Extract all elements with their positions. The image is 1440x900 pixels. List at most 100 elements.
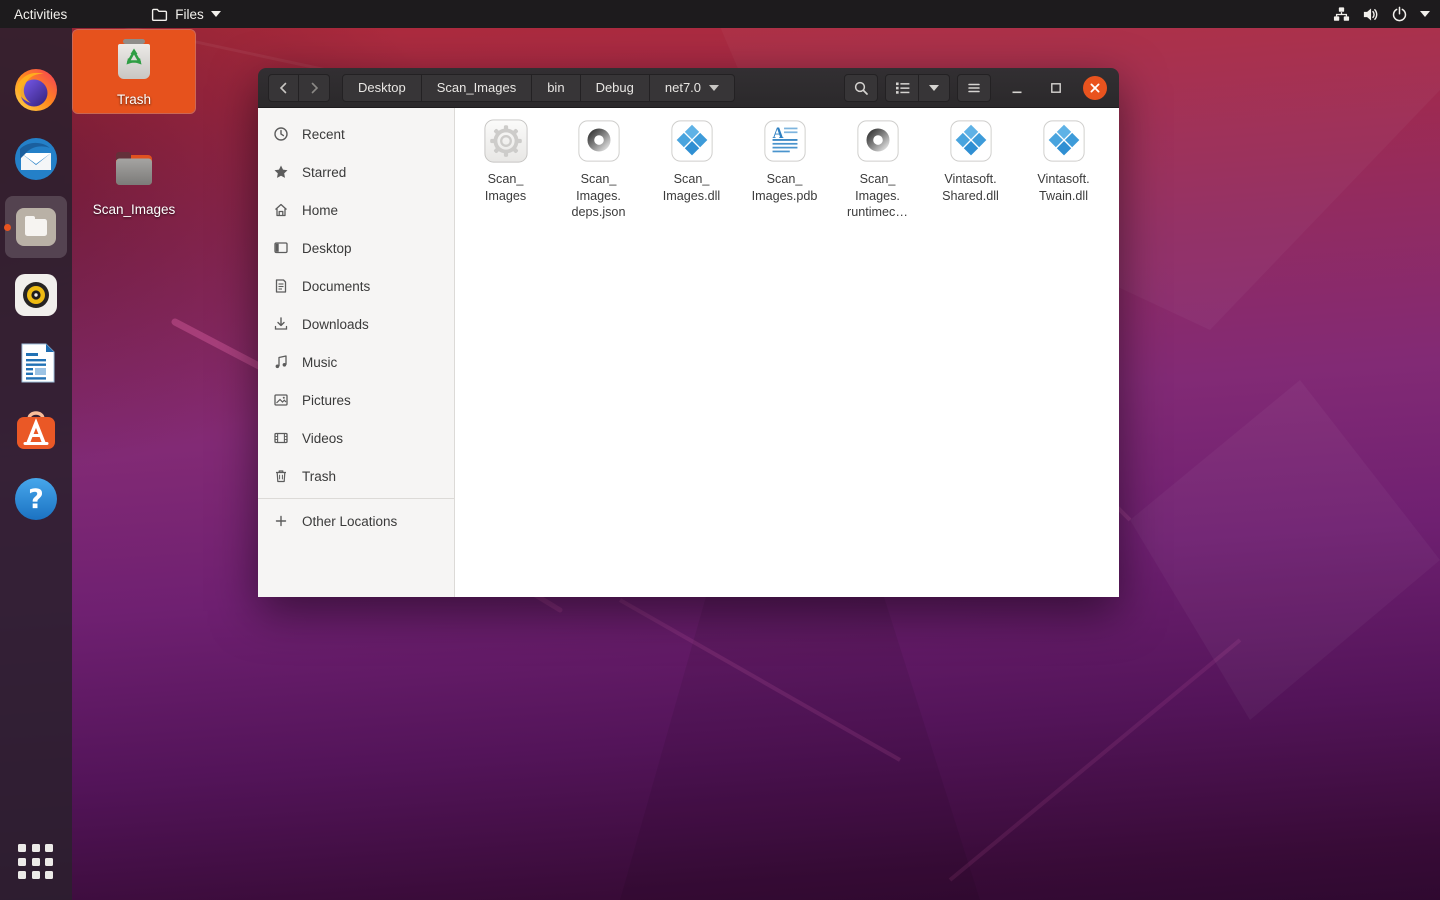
search-icon <box>853 80 869 96</box>
system-status-area[interactable] <box>1333 0 1440 28</box>
file-label: Scan_ Images. deps.json <box>572 171 626 221</box>
show-applications-icon[interactable] <box>18 844 54 880</box>
sidebar-item-recent[interactable]: Recent <box>258 115 454 153</box>
file-label: Vintasoft. Shared.dll <box>942 171 999 204</box>
file-label: Scan_ Images <box>485 171 526 204</box>
caret-down-icon <box>1420 11 1430 17</box>
sidebar-label: Videos <box>302 431 343 446</box>
app-menu-label: Files <box>175 7 204 22</box>
minimize-button[interactable] <box>1005 76 1029 100</box>
file-view[interactable]: Scan_ Images Scan_ Images. deps.json <box>455 108 1119 597</box>
sidebar-item-starred[interactable]: Starred <box>258 153 454 191</box>
trash-full-icon <box>110 35 158 83</box>
ubuntu-software-icon[interactable] <box>12 406 60 454</box>
desktop-icon-trash[interactable]: Trash <box>73 30 195 113</box>
sidebar-label: Home <box>302 203 338 218</box>
top-bar: Activities Files <box>0 0 1440 28</box>
music-icon <box>273 354 289 370</box>
file-scan-images-pdb[interactable]: A Scan_ Images.pdb <box>738 118 831 221</box>
file-vintasoft-shared-dll[interactable]: Vintasoft. Shared.dll <box>924 118 1017 221</box>
sidebar-label: Desktop <box>302 241 352 256</box>
running-indicator-dot <box>4 224 11 231</box>
files-window: Desktop Scan_Images bin Debug net7.0 <box>258 68 1119 597</box>
thunderbird-icon[interactable] <box>12 135 60 183</box>
sidebar-item-home[interactable]: Home <box>258 191 454 229</box>
firefox-icon[interactable] <box>12 66 60 114</box>
rhythmbox-icon[interactable] <box>12 271 60 319</box>
documents-icon <box>273 278 289 294</box>
sidebar-item-documents[interactable]: Documents <box>258 267 454 305</box>
places-sidebar: Recent Starred Home Desktop <box>258 108 455 597</box>
app-menu-files[interactable]: Files <box>141 0 231 28</box>
sidebar-item-other-locations[interactable]: Other Locations <box>258 502 454 540</box>
chevron-right-icon <box>306 80 322 96</box>
file-scan-images-deps-json[interactable]: Scan_ Images. deps.json <box>552 118 645 221</box>
close-icon <box>1089 82 1101 94</box>
chevron-left-icon <box>276 80 292 96</box>
sidebar-label: Documents <box>302 279 370 294</box>
sidebar-label: Pictures <box>302 393 351 408</box>
sidebar-label: Downloads <box>302 317 369 332</box>
json-file-icon <box>576 118 622 164</box>
executable-icon <box>483 118 529 164</box>
sidebar-item-downloads[interactable]: Downloads <box>258 305 454 343</box>
files-icon[interactable] <box>12 203 60 251</box>
sidebar-item-desktop[interactable]: Desktop <box>258 229 454 267</box>
file-label: Scan_ Images. runtimec… <box>847 171 908 221</box>
maximize-icon <box>1049 81 1063 95</box>
sidebar-label: Recent <box>302 127 345 142</box>
libreoffice-writer-icon[interactable] <box>12 339 60 387</box>
file-scan-images-exec[interactable]: Scan_ Images <box>459 118 552 221</box>
back-button[interactable] <box>268 74 299 102</box>
folder-icon <box>110 145 158 193</box>
file-scan-images-runtimeconfig-json[interactable]: Scan_ Images. runtimec… <box>831 118 924 221</box>
caret-down-icon <box>929 85 939 91</box>
minimize-icon <box>1010 81 1024 95</box>
desktop-icon-scan-images[interactable]: Scan_Images <box>73 140 195 223</box>
starred-icon <box>273 164 289 180</box>
json-file-icon <box>855 118 901 164</box>
caret-down-icon <box>709 85 719 91</box>
svg-text:?: ? <box>28 484 44 515</box>
pictures-icon <box>273 392 289 408</box>
headerbar: Desktop Scan_Images bin Debug net7.0 <box>258 68 1119 108</box>
sidebar-item-videos[interactable]: Videos <box>258 419 454 457</box>
file-vintasoft-twain-dll[interactable]: Vintasoft. Twain.dll <box>1017 118 1110 221</box>
view-options-button[interactable] <box>919 74 950 102</box>
desktop-icon <box>273 240 289 256</box>
forward-button[interactable] <box>299 74 330 102</box>
caret-down-icon <box>211 11 221 17</box>
sidebar-item-trash[interactable]: Trash <box>258 457 454 495</box>
library-icon <box>1041 118 1087 164</box>
sidebar-item-pictures[interactable]: Pictures <box>258 381 454 419</box>
breadcrumb: Desktop Scan_Images bin Debug net7.0 <box>342 74 735 102</box>
view-toggle <box>885 74 950 102</box>
network-wired-icon <box>1333 6 1350 23</box>
file-grid: Scan_ Images Scan_ Images. deps.json <box>459 118 1119 221</box>
file-label: Scan_ Images.pdb <box>752 171 818 204</box>
breadcrumb-debug[interactable]: Debug <box>581 74 650 102</box>
sidebar-label: Other Locations <box>302 514 397 529</box>
hamburger-menu-button[interactable] <box>957 74 991 102</box>
folder-icon <box>151 6 168 23</box>
desktop-icon-label: Scan_Images <box>73 202 195 217</box>
breadcrumb-net7-current[interactable]: net7.0 <box>650 74 735 102</box>
search-button[interactable] <box>844 74 878 102</box>
breadcrumb-bin[interactable]: bin <box>532 74 580 102</box>
maximize-button[interactable] <box>1044 76 1068 100</box>
sidebar-label: Music <box>302 355 337 370</box>
sidebar-label: Starred <box>302 165 346 180</box>
help-icon[interactable]: ? <box>12 475 60 523</box>
breadcrumb-desktop[interactable]: Desktop <box>342 74 422 102</box>
headerbar-actions <box>844 74 1109 102</box>
breadcrumb-scan-images[interactable]: Scan_Images <box>422 74 533 102</box>
text-document-icon: A <box>762 118 808 164</box>
sidebar-item-music[interactable]: Music <box>258 343 454 381</box>
file-scan-images-dll[interactable]: Scan_ Images.dll <box>645 118 738 221</box>
close-button[interactable] <box>1083 76 1107 100</box>
list-view-button[interactable] <box>885 74 919 102</box>
activities-button[interactable]: Activities <box>0 0 81 28</box>
breadcrumb-label: net7.0 <box>665 80 701 95</box>
home-icon <box>273 202 289 218</box>
history-nav <box>268 74 330 102</box>
